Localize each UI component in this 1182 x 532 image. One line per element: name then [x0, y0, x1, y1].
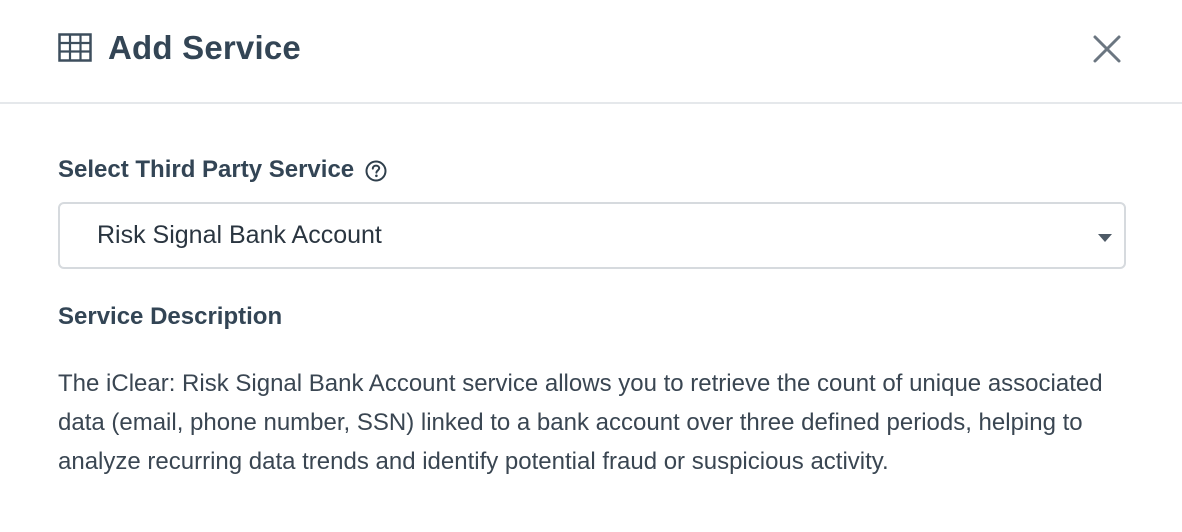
service-description-text: The iClear: Risk Signal Bank Account ser… [58, 370, 1103, 475]
modal-title: Add Service [108, 29, 301, 66]
close-button[interactable] [1090, 32, 1124, 66]
third-party-service-select[interactable]: Risk Signal Bank Account [58, 202, 1126, 269]
selected-service-value: Risk Signal Bank Account [97, 221, 382, 249]
caret-down-icon[interactable] [1096, 232, 1114, 244]
select-service-label: Select Third Party Service [58, 156, 355, 183]
close-icon[interactable] [1090, 32, 1124, 66]
question-circle-icon[interactable] [365, 160, 387, 182]
modal-header: Add Service [0, 0, 1182, 104]
service-description-label: Service Description [58, 303, 283, 330]
table-grid-icon [58, 33, 92, 62]
add-service-modal: Add Service Select Third Party Service R… [0, 0, 1182, 532]
